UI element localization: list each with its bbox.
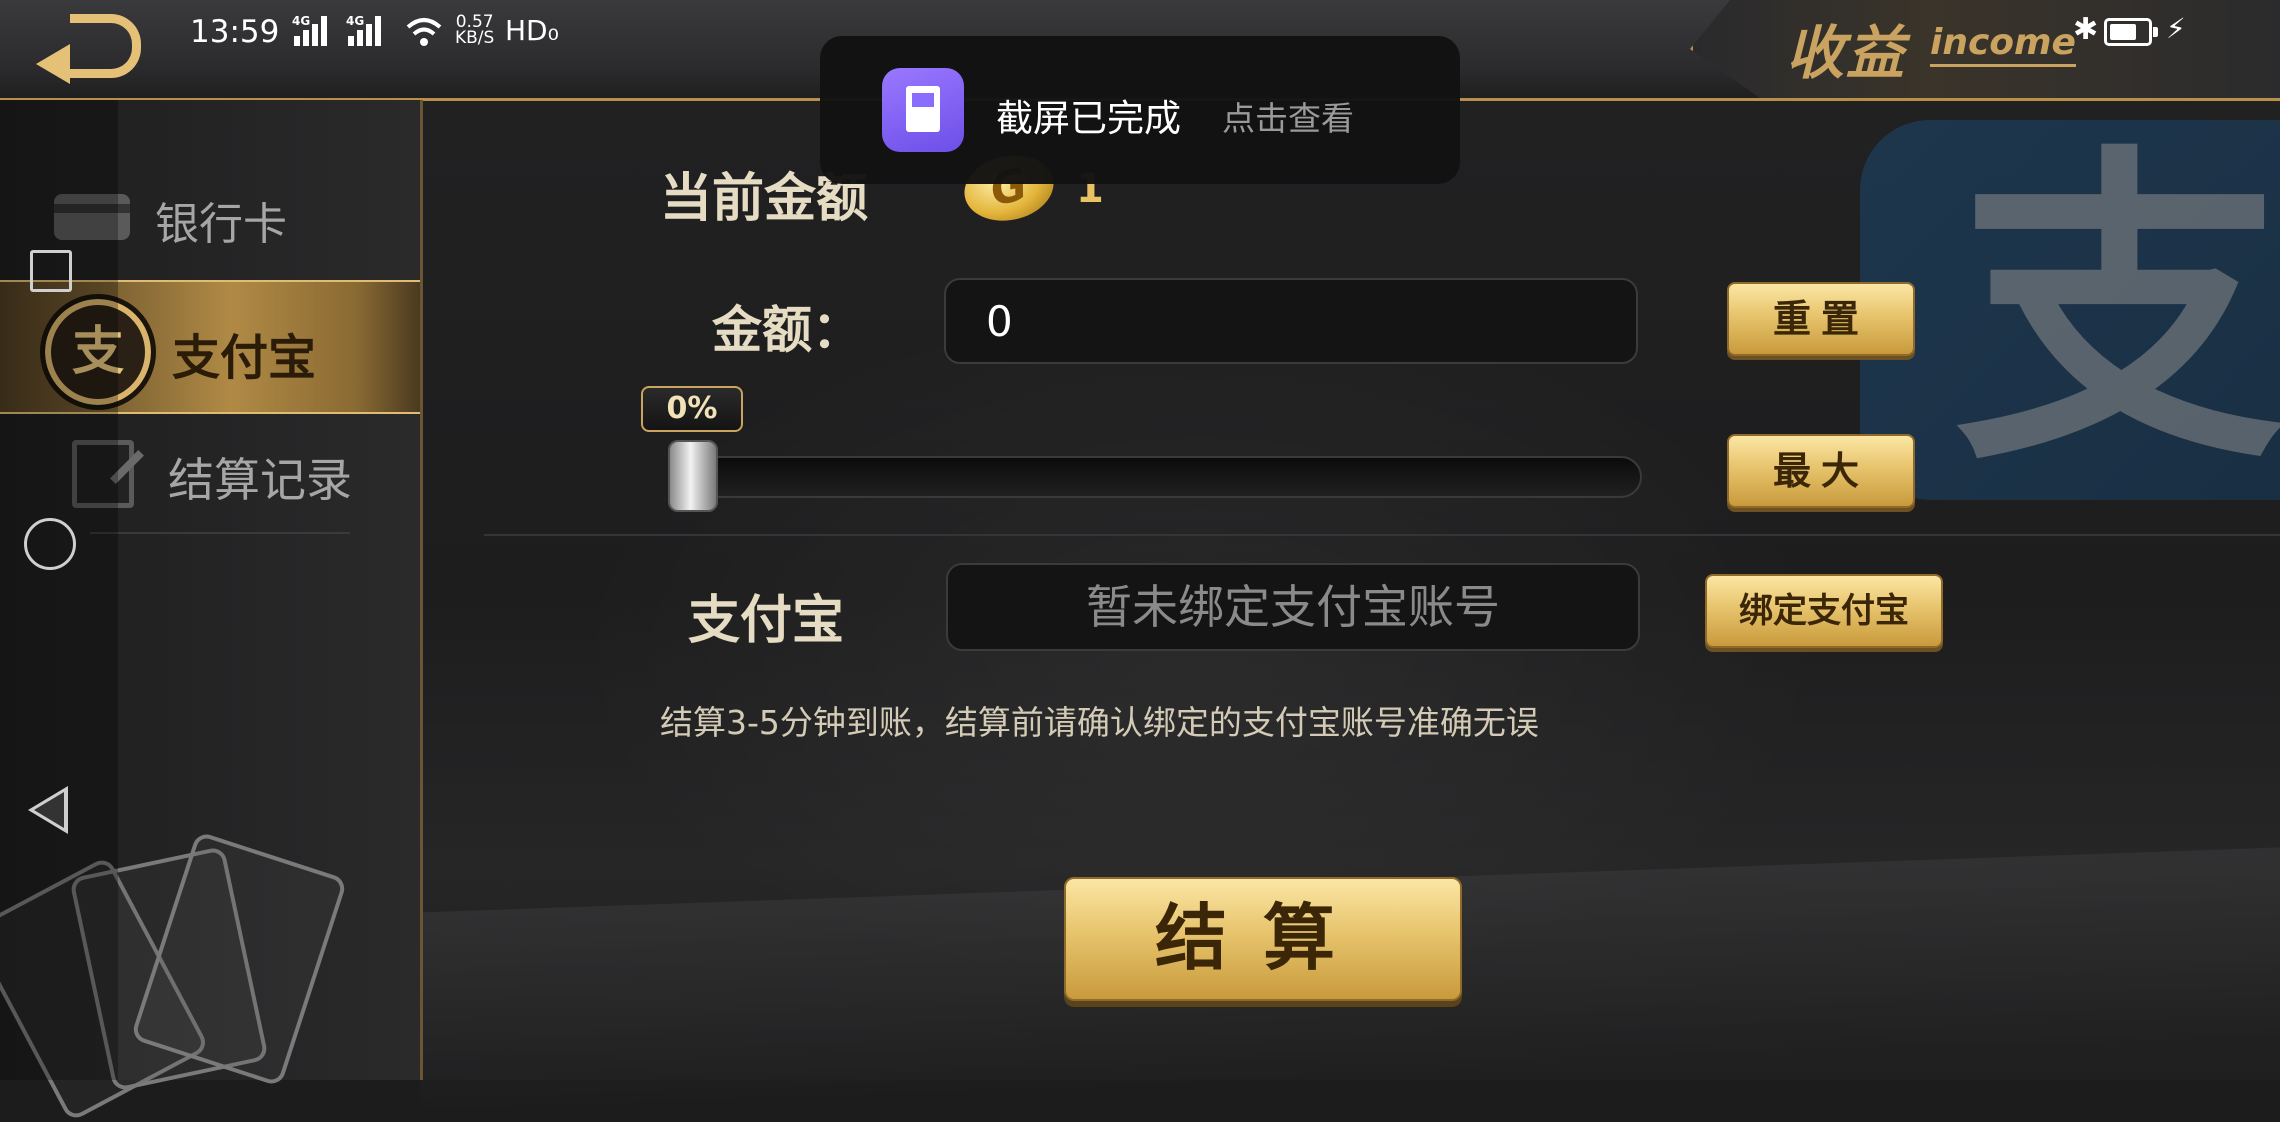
signal-icon-2: 4G: [346, 14, 386, 46]
signal-icon-1: 4G: [292, 14, 332, 46]
amount-slider[interactable]: [670, 456, 1642, 498]
sidebar-item-label: 结算记录: [168, 453, 352, 507]
page-title: 收益: [1786, 19, 1907, 87]
system-nav-bar: [0, 100, 118, 1080]
max-button[interactable]: 最大: [1727, 434, 1915, 508]
slider-percent-badge: 0%: [641, 386, 743, 432]
bluetooth-icon: ✱: [2073, 12, 2099, 47]
page-subtitle: income: [1930, 22, 2076, 67]
toast-title: 截屏已完成: [996, 97, 1181, 140]
alipay-label: 支付宝: [688, 591, 845, 651]
settlement-notice: 结算3-5分钟到账，结算前请确认绑定的支付宝账号准确无误: [660, 703, 1539, 742]
back-button[interactable]: [30, 6, 150, 84]
amount-input[interactable]: [944, 278, 1638, 364]
recent-apps-button[interactable]: [30, 250, 72, 292]
status-time: 13:59: [190, 14, 280, 50]
amount-label: 金额：: [712, 301, 862, 359]
charging-icon: ⚡: [2166, 12, 2186, 45]
home-button[interactable]: [24, 518, 76, 570]
system-back-icon-inner: [34, 792, 64, 828]
network-speed: 0.57 KB/S: [455, 14, 495, 48]
toast-view-link[interactable]: 点击查看: [1222, 92, 1354, 140]
battery-icon: [2104, 18, 2158, 46]
wifi-icon: [406, 18, 442, 46]
bind-alipay-button[interactable]: 绑定支付宝: [1705, 574, 1943, 648]
amount-slider-thumb[interactable]: [668, 440, 718, 512]
section-divider: [484, 534, 2280, 536]
network-type-2: 4G: [346, 14, 365, 28]
back-arrow-head: [36, 44, 70, 84]
sidebar-item-label: 银行卡: [155, 199, 287, 250]
sidebar-item-label: 支付宝: [172, 330, 317, 386]
network-speed-unit: KB/S: [455, 28, 495, 48]
back-arrow-icon: [70, 14, 141, 78]
sidebar-divider: [90, 532, 350, 534]
settle-button[interactable]: 结算: [1064, 877, 1462, 1001]
alipay-watermark-glyph: 支: [1955, 116, 2280, 504]
reset-button[interactable]: 重置: [1727, 282, 1915, 356]
network-type-1: 4G: [292, 14, 311, 28]
hd-indicator: HD₀: [505, 14, 559, 47]
alipay-account-field[interactable]: 暂未绑定支付宝账号: [946, 563, 1640, 651]
screenshot-icon: [882, 68, 964, 152]
